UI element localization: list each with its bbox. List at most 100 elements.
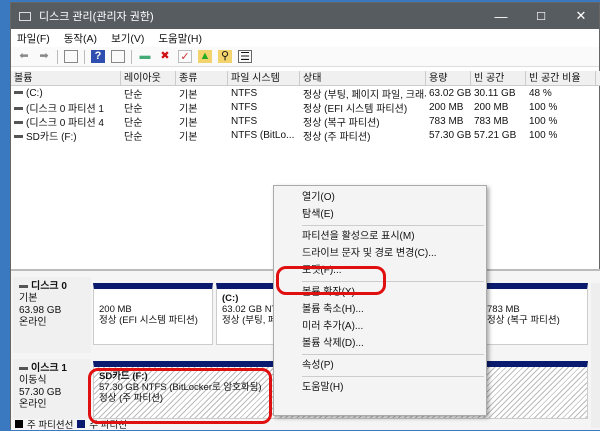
delete-icon[interactable]: ✖ [158,50,172,63]
table-row[interactable]: (디스크 0 파티션 4 단순 기본 NTFS 정상 (복구 파티션) 783 MB 783… [11,114,600,129]
sd-card-highlight [88,368,272,424]
cell-text: 57.21 GB [474,129,517,141]
help-icon[interactable]: ? [91,50,105,63]
table-cell: 783 MB [426,116,471,127]
list-icon[interactable]: ☰ [238,50,252,63]
table-cell: 200 MB [471,102,526,113]
maximize-button[interactable]: ☐ [521,3,561,29]
check-icon[interactable]: ✓ [178,50,192,63]
col-type[interactable]: 종류 [176,70,228,86]
volume-icon [14,107,23,111]
context-menu-item[interactable]: 파티션을 활성으로 표시(M) [274,228,486,245]
separator [131,49,132,64]
table-cell: 100 % [526,102,596,113]
cell-text: SD카드 (F:) [26,131,77,143]
table-cell: 783 MB [471,116,526,127]
table-row[interactable]: (C:) 단순 기본 NTFS 정상 (부팅, 페이지 파일, 크래시 63.02 GB 3… [11,86,600,101]
partition-efi[interactable]: 200 MB 정상 (EFI 시스템 파티션) [93,283,213,345]
cell-text: 200 MB [474,101,509,113]
col-filesystem[interactable]: 파일 시스템 [228,70,300,86]
disk-type: 기본 [19,293,38,304]
col-free-space[interactable]: 빈 공간 [471,70,526,86]
disk-icon [19,366,28,370]
disk-1-info[interactable]: 이스크 1 이동식 57.30 GB 온라인 [13,359,91,419]
table-cell: 57.30 GB [426,130,471,141]
col-volume[interactable]: 볼륨 [11,70,121,86]
volume-icon [14,135,23,139]
vertical-scrollbar[interactable] [591,283,600,428]
back-icon[interactable]: ⬅ [17,50,31,63]
table-cell: NTFS [228,102,300,113]
cell-text: 30.11 GB [474,87,516,99]
cell-text: NTFS [231,101,258,113]
folder-search-icon[interactable]: ⚲ [218,50,232,63]
disk-0-info[interactable]: 디스크 0 기본 63.98 GB 온라인 [13,277,91,353]
table-cell: 정상 (EFI 시스템 파티션) [300,100,426,115]
partition-status: 정상 (복구 파티션) [487,315,560,326]
folder-up-icon[interactable]: ▲ [198,50,212,63]
menu-separator [302,354,484,355]
format-highlight [276,266,386,295]
legend-swatch [77,419,86,428]
table-cell: 단순 [121,128,176,143]
cell-text: 783 MB [429,115,464,127]
forward-icon[interactable]: ➡ [37,50,51,63]
table-cell: 30.11 GB [471,88,526,99]
context-menu-item[interactable]: 미러 추가(A)... [274,318,486,335]
cell-text: 정상 (주 파티션) [303,131,371,143]
table-cell: 정상 (부팅, 페이지 파일, 크래시 [300,86,426,101]
table-cell: 57.21 GB [471,130,526,141]
close-button[interactable]: ✕ [561,3,600,29]
cell-text: 783 MB [474,115,509,127]
properties-icon[interactable] [111,50,125,63]
partition-status: 정상 (EFI 시스템 파티션) [99,315,198,326]
menu-file[interactable]: 파일(F) [17,31,50,46]
connect-icon[interactable]: ▬ [138,50,152,63]
cell-text: 100 % [529,101,558,113]
table-row[interactable]: (디스크 0 파티션 1 단순 기본 NTFS 정상 (EFI 시스템 파티션) 200 … [11,100,600,115]
menu-separator [302,225,484,226]
console-icon[interactable] [64,50,78,63]
context-menu-item[interactable]: 열기(O) [274,189,486,206]
col-layout[interactable]: 레이아웃 [121,70,176,86]
menu-action[interactable]: 동작(A) [64,31,97,46]
table-cell: 기본 [176,86,228,101]
minimize-button[interactable]: — [481,3,521,29]
disk-type: 이동식 [19,375,47,386]
table-cell: 100 % [526,116,596,127]
cell-text: 기본 [179,131,198,143]
table-row[interactable]: SD카드 (F:) 단순 기본 NTFS (BitLo... 정상 (주 파티션) 57.… [11,128,600,143]
context-menu-item[interactable]: 탐색(E) [274,206,486,223]
context-menu-item[interactable]: 도움말(H) [274,379,486,396]
disk-status: 온라인 [19,317,47,328]
table-header: 볼륨 레이아웃 종류 파일 시스템 상태 용량 빈 공간 빈 공간 비율 [11,70,600,86]
table-cell: (디스크 0 파티션 4 [11,114,121,129]
col-status[interactable]: 상태 [300,70,426,86]
context-menu-item[interactable]: 볼륨 축소(H)... [274,301,486,318]
table-cell: (디스크 0 파티션 1 [11,100,121,115]
col-capacity[interactable]: 용량 [426,70,471,86]
menu-help[interactable]: 도움말(H) [158,31,202,46]
col-free-percent[interactable]: 빈 공간 비율 [526,70,596,86]
cell-text: 단순 [124,131,143,143]
table-cell: 단순 [121,100,176,115]
toolbar: ⬅ ➡ ? ▬ ✖ ✓ ▲ ⚲ ☰ [11,47,599,67]
context-menu-item[interactable]: 드라이브 문자 및 경로 변경(C)... [274,245,486,262]
partition-size: 200 MB [99,304,132,315]
disk-size: 57.30 GB [19,387,62,398]
table-cell: 200 MB [426,102,471,113]
table-cell: SD카드 (F:) [11,128,121,143]
window-title: 디스크 관리(관리자 권한) [39,11,154,23]
disk-name: 디스크 0 [31,281,67,292]
menu-bar: 파일(F) 동작(A) 보기(V) 도움말(H) [11,29,599,47]
table-cell: NTFS (BitLo... [228,130,300,141]
context-menu: 열기(O) 탐색(E) 파티션을 활성으로 표시(M) 드라이브 문자 및 경로 변경… [273,185,487,416]
context-menu-item[interactable]: 속성(P) [274,357,486,374]
disk-icon [19,284,28,288]
cell-text: 100 % [529,115,558,127]
menu-view[interactable]: 보기(V) [111,31,144,46]
context-menu-item[interactable]: 볼륨 삭제(D)... [274,335,486,352]
partition-recovery[interactable]: 783 MB 정상 (복구 파티션) [481,283,588,345]
table-cell: 기본 [176,114,228,129]
cell-text: 57.30 GB [429,129,471,141]
